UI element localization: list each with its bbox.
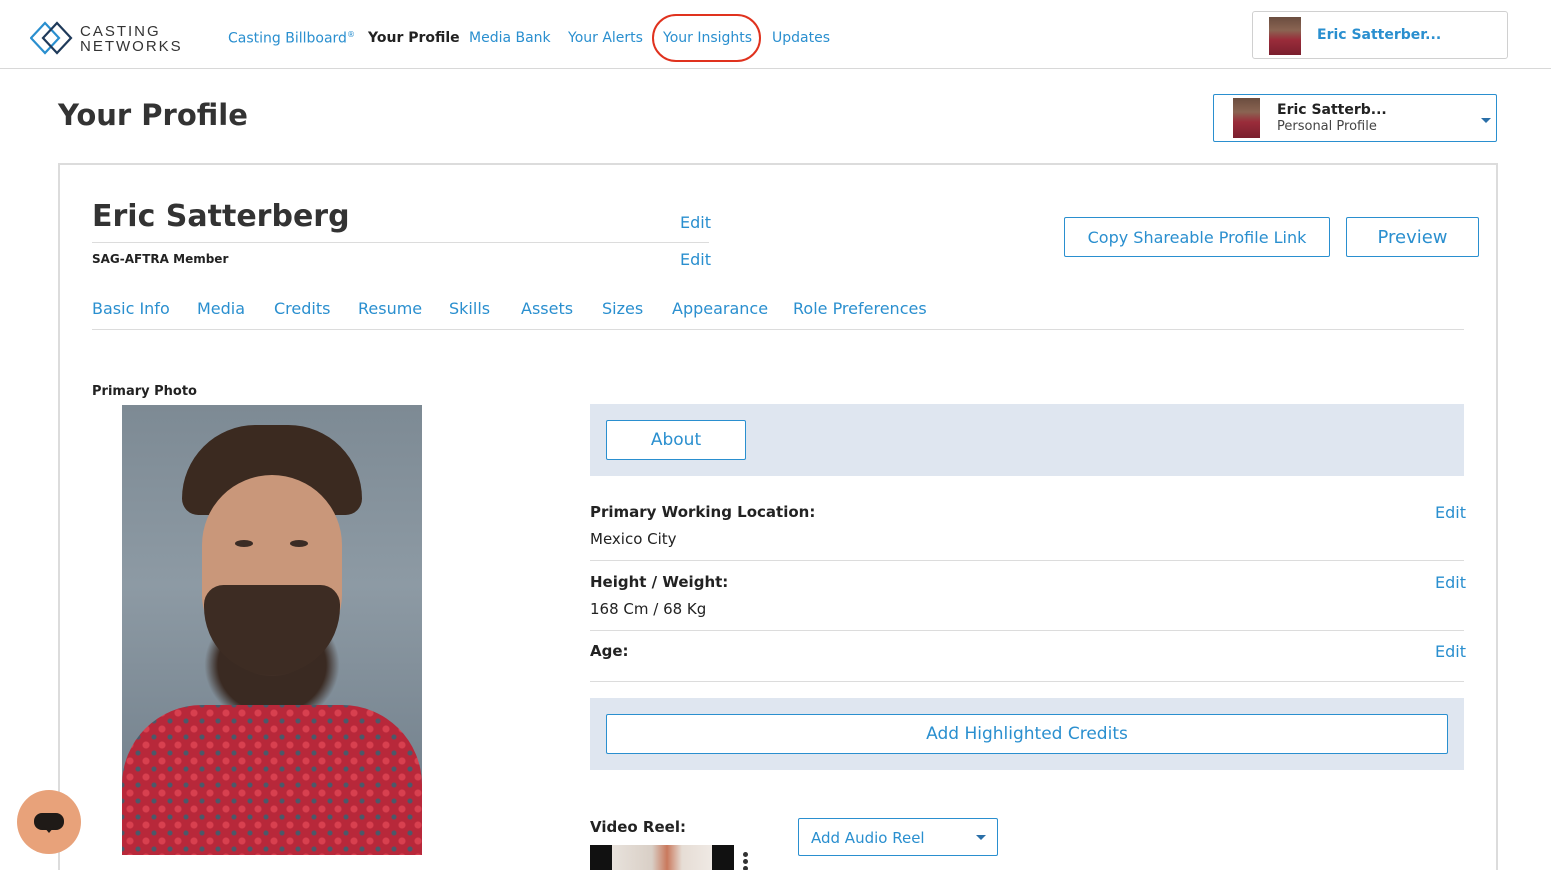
location-value: Mexico City: [590, 530, 677, 548]
profile-selector-type: Personal Profile: [1277, 119, 1377, 134]
tab-resume[interactable]: Resume: [358, 299, 422, 318]
video-frame: [612, 845, 712, 870]
photo-beard: [204, 585, 340, 675]
add-audio-reel-dropdown[interactable]: Add Audio Reel: [798, 818, 998, 856]
profile-name: Eric Satterberg: [92, 199, 350, 234]
age-label: Age:: [590, 642, 629, 660]
edit-height-weight-link[interactable]: Edit: [1435, 573, 1466, 592]
name-divider: [92, 242, 709, 243]
add-audio-reel-label: Add Audio Reel: [811, 829, 925, 847]
edit-union-link[interactable]: Edit: [680, 250, 711, 269]
tabs-divider: [92, 329, 1464, 330]
caret-down-icon: [1481, 118, 1491, 123]
nav-casting-billboard[interactable]: Casting Billboard®: [228, 30, 355, 47]
chat-bubble-icon: [34, 813, 64, 833]
tab-basic-info[interactable]: Basic Info: [92, 299, 170, 318]
nav-media-bank[interactable]: Media Bank: [469, 30, 551, 46]
registered-mark: ®: [346, 30, 355, 39]
tab-credits[interactable]: Credits: [274, 299, 330, 318]
tab-assets[interactable]: Assets: [521, 299, 573, 318]
video-reel-thumbnail[interactable]: [590, 845, 734, 870]
profile-selector-avatar: [1233, 98, 1260, 138]
union-status: SAG-AFTRA Member: [92, 252, 229, 266]
nav-your-profile[interactable]: Your Profile: [368, 30, 460, 46]
caret-down-icon: [976, 835, 986, 840]
nav-updates[interactable]: Updates: [772, 30, 830, 46]
tab-sizes[interactable]: Sizes: [602, 299, 643, 318]
insights-highlight-ring: [652, 14, 761, 62]
height-weight-label: Height / Weight:: [590, 573, 729, 591]
account-menu[interactable]: Eric Satterber...: [1252, 11, 1508, 59]
edit-location-link[interactable]: Edit: [1435, 503, 1466, 522]
photo-right-eye: [290, 540, 308, 547]
age-divider: [590, 681, 1464, 682]
add-highlighted-credits-button[interactable]: Add Highlighted Credits: [606, 714, 1448, 754]
location-divider: [590, 560, 1464, 561]
nav-your-alerts[interactable]: Your Alerts: [568, 30, 643, 46]
top-navigation: CASTING NETWORKS Casting Billboard® Your…: [0, 0, 1551, 69]
logo-mark-icon: [30, 21, 73, 55]
profile-selector[interactable]: Eric Satterb... Personal Profile: [1213, 94, 1497, 142]
logo-text: CASTING NETWORKS: [80, 24, 183, 54]
casting-networks-logo[interactable]: CASTING NETWORKS: [30, 20, 183, 56]
about-button[interactable]: About: [606, 420, 746, 460]
avatar: [1269, 17, 1301, 55]
nav-casting-billboard-label: Casting Billboard: [228, 30, 347, 47]
copy-profile-link-button[interactable]: Copy Shareable Profile Link: [1064, 217, 1330, 257]
height-weight-value: 168 Cm / 68 Kg: [590, 600, 707, 618]
preview-button[interactable]: Preview: [1346, 217, 1479, 257]
page-title: Your Profile: [58, 98, 248, 132]
photo-left-eye: [235, 540, 253, 547]
logo-line-1: CASTING: [80, 23, 161, 40]
primary-photo[interactable]: [122, 405, 422, 855]
tab-skills[interactable]: Skills: [449, 299, 490, 318]
tab-appearance[interactable]: Appearance: [672, 299, 768, 318]
photo-shirt: [122, 705, 422, 855]
location-label: Primary Working Location:: [590, 503, 816, 521]
edit-name-link[interactable]: Edit: [680, 213, 711, 232]
edit-age-link[interactable]: Edit: [1435, 642, 1466, 661]
logo-line-2: NETWORKS: [80, 38, 183, 55]
chat-launcher[interactable]: [17, 790, 81, 854]
tab-role-preferences[interactable]: Role Preferences: [793, 299, 927, 318]
height-weight-divider: [590, 630, 1464, 631]
account-name: Eric Satterber...: [1317, 27, 1442, 43]
tab-media[interactable]: Media: [197, 299, 245, 318]
video-reel-label: Video Reel:: [590, 818, 686, 836]
kebab-menu-icon[interactable]: [743, 852, 748, 870]
profile-selector-name: Eric Satterb...: [1277, 102, 1387, 118]
primary-photo-label: Primary Photo: [92, 384, 197, 399]
